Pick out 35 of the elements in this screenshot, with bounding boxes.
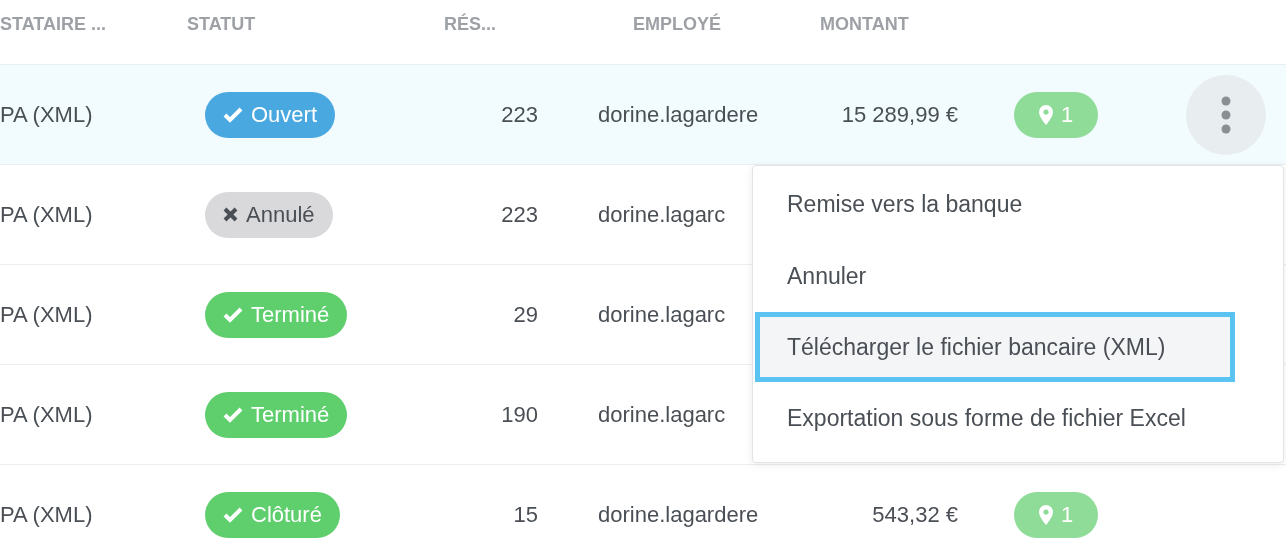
table-cell: dorine.lagardere xyxy=(598,101,759,127)
close-icon xyxy=(223,207,238,222)
table-cell-text: 15 xyxy=(512,501,538,528)
table-cell-text: PA (XML) xyxy=(0,201,94,228)
menu-item[interactable]: Exportation sous forme de fichier Excel xyxy=(755,382,1281,454)
pin-icon xyxy=(1038,104,1053,125)
table-cell-text: PA (XML) xyxy=(0,301,94,328)
table-cell-text: 190 xyxy=(500,401,538,428)
status-badge: Ouvert xyxy=(205,91,336,138)
table-cell-text: 29 xyxy=(512,301,538,328)
check-icon xyxy=(223,406,243,423)
table-cell-text: 223 xyxy=(500,101,538,128)
status-badge: Terminé xyxy=(205,291,348,338)
check-icon xyxy=(223,506,243,523)
table-cell-text: PA (XML) xyxy=(0,101,94,128)
table-row[interactable]: PA (XML) Ouvert 223 dorine.lagardere 15 289,99 € 1 xyxy=(0,65,1286,165)
table-cell: dorine.lagarc xyxy=(598,201,726,227)
status-badge: Terminé xyxy=(205,391,348,438)
table-row[interactable]: PA (XML) Clôturé 15 dorine.lagardere 543,32 € 1 xyxy=(0,465,1286,540)
menu-item[interactable]: Remise vers la banque xyxy=(755,168,1281,240)
table-cell-text: PA (XML) xyxy=(0,501,94,528)
status-badge: Annulé xyxy=(205,191,333,238)
table-cell-text: PA (XML) xyxy=(0,401,94,428)
table-cell-text: 15 289,99 € xyxy=(840,101,958,128)
check-icon xyxy=(223,306,243,323)
status-badge: Clôturé xyxy=(205,491,340,538)
table-cell-text: 543,32 € xyxy=(871,501,958,528)
kebab-icon xyxy=(1221,95,1231,134)
table-cell: dorine.lagarc xyxy=(598,401,726,427)
table-cell: dorine.lagardere xyxy=(598,501,759,527)
menu-item[interactable]: Télécharger le fichier bancaire (XML) xyxy=(755,312,1235,382)
table-cell-text: 223 xyxy=(500,201,538,228)
pin-icon xyxy=(1038,504,1053,525)
check-icon xyxy=(223,106,243,123)
table-cell: dorine.lagarc xyxy=(598,301,726,327)
